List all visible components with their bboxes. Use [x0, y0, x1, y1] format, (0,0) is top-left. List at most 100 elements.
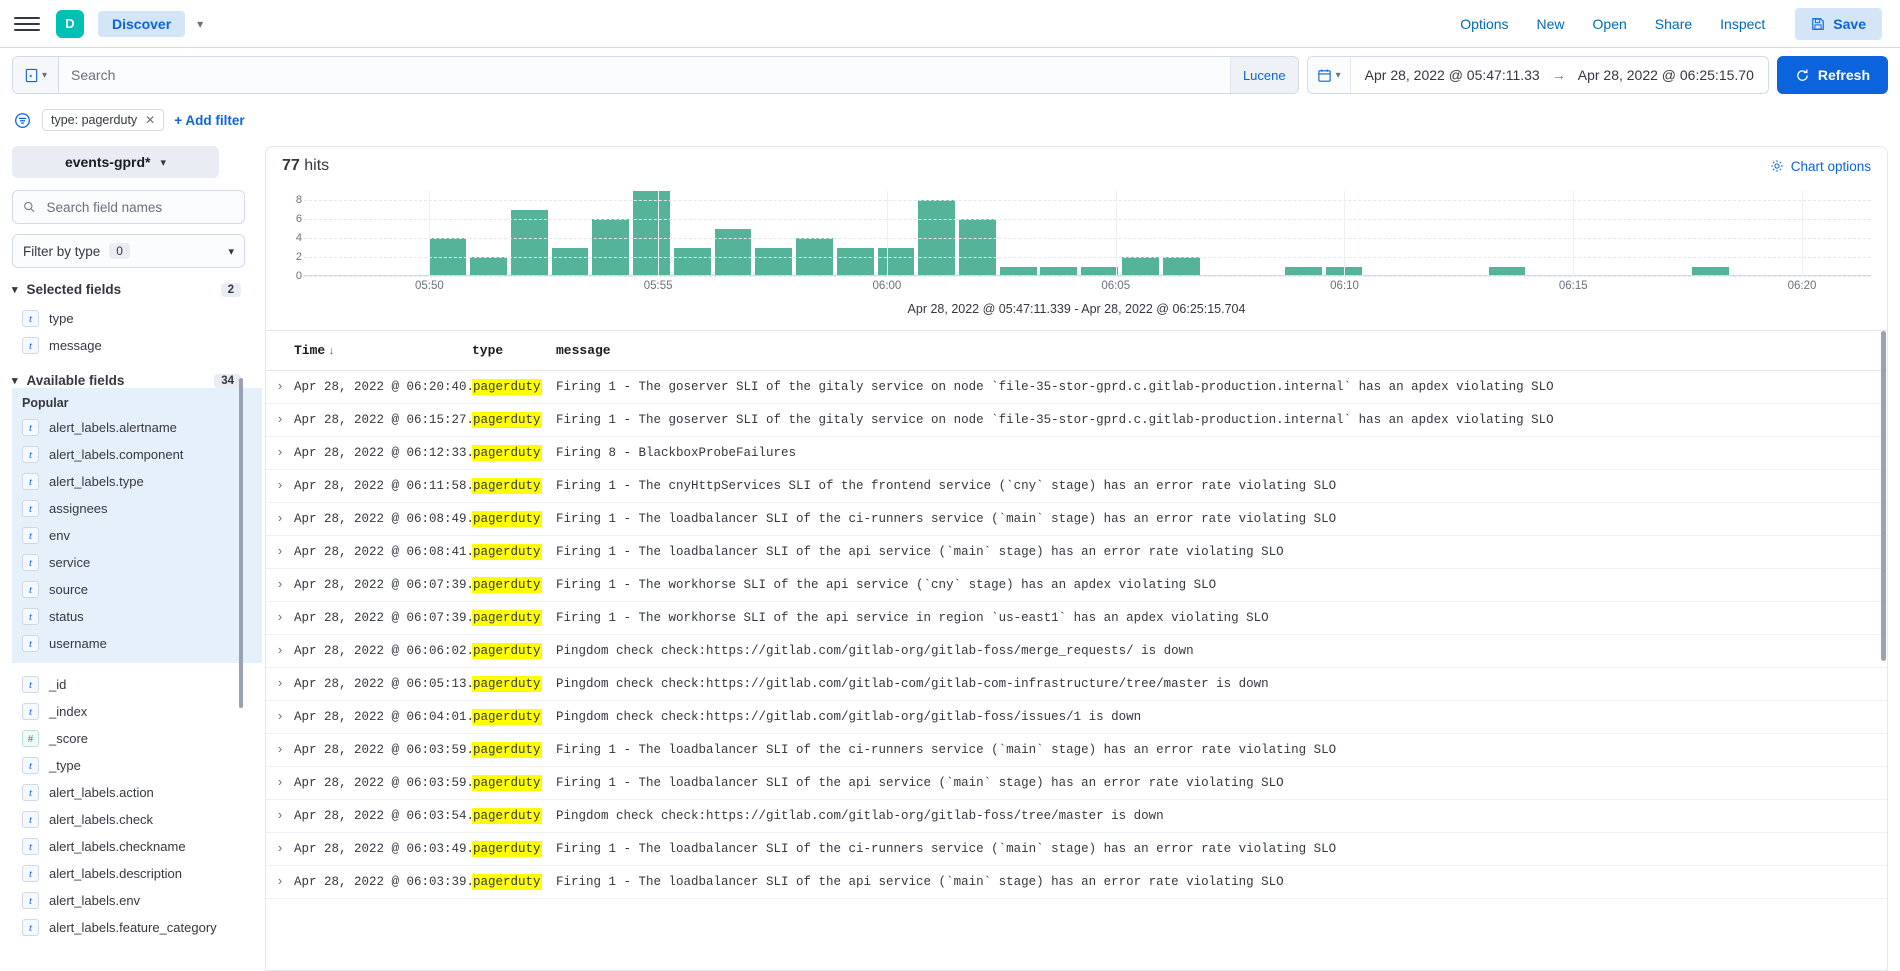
expand-row-icon[interactable]: › — [266, 404, 294, 437]
histogram-bar[interactable] — [1163, 257, 1200, 276]
refresh-button[interactable]: Refresh — [1777, 56, 1888, 94]
expand-row-icon[interactable]: › — [266, 800, 294, 833]
highlighted-term: pagerduty — [472, 412, 542, 428]
histogram-bar[interactable] — [674, 248, 711, 276]
highlighted-term: pagerduty — [472, 445, 542, 461]
chart-options-button[interactable]: Chart options — [1770, 159, 1871, 174]
table-row[interactable]: ›Apr 28, 2022 @ 06:03:59.000pagerdutyFir… — [266, 734, 1887, 767]
query-language-button[interactable]: Lucene — [1230, 57, 1298, 93]
field-item-message[interactable]: t message — [12, 332, 262, 359]
field-item-status[interactable]: t status — [12, 603, 262, 630]
field-item-alert-labels-component[interactable]: t alert_labels.component — [12, 441, 262, 468]
filter-options-icon[interactable] — [12, 112, 32, 129]
sidebar-scrollbar[interactable] — [239, 378, 243, 708]
chevron-down-icon[interactable]: ▾ — [197, 17, 203, 31]
menu-icon[interactable] — [14, 11, 40, 37]
field-item-username[interactable]: t username — [12, 630, 262, 657]
saved-query-button[interactable]: ▾ — [13, 57, 59, 93]
table-row[interactable]: ›Apr 28, 2022 @ 06:05:13.000pagerdutyPin… — [266, 668, 1887, 701]
table-row[interactable]: ›Apr 28, 2022 @ 06:03:39.000pagerdutyFir… — [266, 866, 1887, 899]
expand-row-icon[interactable]: › — [266, 437, 294, 470]
nav-link-inspect[interactable]: Inspect — [1720, 16, 1765, 32]
message-column-header[interactable]: message — [556, 331, 1887, 371]
expand-row-icon[interactable]: › — [266, 470, 294, 503]
table-row[interactable]: ›Apr 28, 2022 @ 06:12:33.000pagerdutyFir… — [266, 437, 1887, 470]
field-item-source[interactable]: t source — [12, 576, 262, 603]
field-item-alert-labels-check[interactable]: t alert_labels.check — [12, 806, 262, 833]
expand-row-icon[interactable]: › — [266, 503, 294, 536]
table-row[interactable]: ›Apr 28, 2022 @ 06:11:58.000pagerdutyFir… — [266, 470, 1887, 503]
field-item-type-meta[interactable]: t _type — [12, 752, 262, 779]
histogram-bar[interactable] — [1122, 257, 1159, 276]
search-field-names-input[interactable] — [45, 199, 234, 216]
calendar-button[interactable]: ▾ — [1308, 57, 1351, 93]
close-icon[interactable]: ✕ — [145, 113, 155, 127]
app-name-pill[interactable]: Discover — [98, 11, 185, 37]
expand-row-icon[interactable]: › — [266, 635, 294, 668]
histogram-plot[interactable]: 02468 — [304, 191, 1871, 276]
index-pattern-selector[interactable]: events-gprd* ▾ — [12, 146, 219, 178]
nav-link-options[interactable]: Options — [1460, 16, 1508, 32]
field-item-env[interactable]: t env — [12, 522, 262, 549]
table-row[interactable]: ›Apr 28, 2022 @ 06:04:01.000pagerdutyPin… — [266, 701, 1887, 734]
expand-row-icon[interactable]: › — [266, 833, 294, 866]
field-item-score[interactable]: # _score — [12, 725, 262, 752]
main-content: 77 hits Chart options 02468 — [265, 138, 1900, 971]
nav-link-share[interactable]: Share — [1655, 16, 1692, 32]
field-item-alert-labels-type[interactable]: t alert_labels.type — [12, 468, 262, 495]
histogram-bar[interactable] — [470, 257, 507, 276]
table-row[interactable]: ›Apr 28, 2022 @ 06:03:54.000pagerdutyPin… — [266, 800, 1887, 833]
selected-fields-header[interactable]: ▾ Selected fields 2 — [12, 282, 245, 297]
table-scrollbar[interactable] — [1881, 331, 1886, 661]
field-item-type[interactable]: t type — [12, 305, 262, 332]
time-column-header[interactable]: Time↓ — [294, 331, 472, 371]
table-row[interactable]: ›Apr 28, 2022 @ 06:03:49.000pagerdutyFir… — [266, 833, 1887, 866]
field-item-alert-labels-description[interactable]: t alert_labels.description — [12, 860, 262, 887]
table-row[interactable]: ›Apr 28, 2022 @ 06:07:39.000pagerdutyFir… — [266, 602, 1887, 635]
expand-row-icon[interactable]: › — [266, 701, 294, 734]
histogram-bar[interactable] — [715, 229, 752, 276]
table-row[interactable]: ›Apr 28, 2022 @ 06:03:59.000pagerdutyFir… — [266, 767, 1887, 800]
table-row[interactable]: ›Apr 28, 2022 @ 06:08:41.000pagerdutyFir… — [266, 536, 1887, 569]
filter-by-type-button[interactable]: Filter by type 0 ▾ — [12, 234, 245, 268]
field-item-alert-labels-action[interactable]: t alert_labels.action — [12, 779, 262, 806]
histogram-bar[interactable] — [592, 219, 629, 276]
histogram-bar[interactable] — [633, 191, 670, 276]
expand-row-icon[interactable]: › — [266, 536, 294, 569]
field-item-alert-labels-feature-category[interactable]: t alert_labels.feature_category — [12, 914, 262, 941]
available-fields-header[interactable]: ▾ Available fields 34 — [12, 373, 245, 388]
sort-desc-icon[interactable]: ↓ — [328, 346, 335, 358]
expand-row-icon[interactable]: › — [266, 668, 294, 701]
field-item-index[interactable]: t _index — [12, 698, 262, 725]
histogram-bar[interactable] — [959, 219, 996, 276]
nav-link-new[interactable]: New — [1537, 16, 1565, 32]
field-item-alert-labels-env[interactable]: t alert_labels.env — [12, 887, 262, 914]
search-input[interactable] — [59, 57, 1230, 93]
table-row[interactable]: ›Apr 28, 2022 @ 06:07:39.000pagerdutyFir… — [266, 569, 1887, 602]
histogram-bar[interactable] — [755, 248, 792, 276]
table-row[interactable]: ›Apr 28, 2022 @ 06:06:02.000pagerdutyPin… — [266, 635, 1887, 668]
field-item-service[interactable]: t service — [12, 549, 262, 576]
type-column-header[interactable]: type — [472, 331, 556, 371]
table-row[interactable]: ›Apr 28, 2022 @ 06:15:27.000pagerdutyFir… — [266, 404, 1887, 437]
save-button[interactable]: Save — [1795, 8, 1882, 40]
expand-row-icon[interactable]: › — [266, 569, 294, 602]
histogram-bar[interactable] — [837, 248, 874, 276]
expand-row-icon[interactable]: › — [266, 602, 294, 635]
filter-pill-type-pagerduty[interactable]: type: pagerduty ✕ — [42, 109, 164, 131]
histogram-bar[interactable] — [878, 248, 915, 276]
table-row[interactable]: ›Apr 28, 2022 @ 06:20:40.000pagerdutyFir… — [266, 371, 1887, 404]
date-range-display[interactable]: Apr 28, 2022 @ 05:47:11.33 → Apr 28, 202… — [1351, 57, 1768, 93]
field-item-alert-labels-alertname[interactable]: t alert_labels.alertname — [12, 414, 262, 441]
field-item-id[interactable]: t _id — [12, 671, 262, 698]
add-filter-button[interactable]: + Add filter — [174, 113, 244, 128]
table-row[interactable]: ›Apr 28, 2022 @ 06:08:49.000pagerdutyFir… — [266, 503, 1887, 536]
expand-row-icon[interactable]: › — [266, 734, 294, 767]
expand-row-icon[interactable]: › — [266, 371, 294, 404]
histogram-bar[interactable] — [552, 248, 589, 276]
nav-link-open[interactable]: Open — [1593, 16, 1627, 32]
expand-row-icon[interactable]: › — [266, 767, 294, 800]
field-item-alert-labels-checkname[interactable]: t alert_labels.checkname — [12, 833, 262, 860]
expand-row-icon[interactable]: › — [266, 866, 294, 899]
field-item-assignees[interactable]: t assignees — [12, 495, 262, 522]
